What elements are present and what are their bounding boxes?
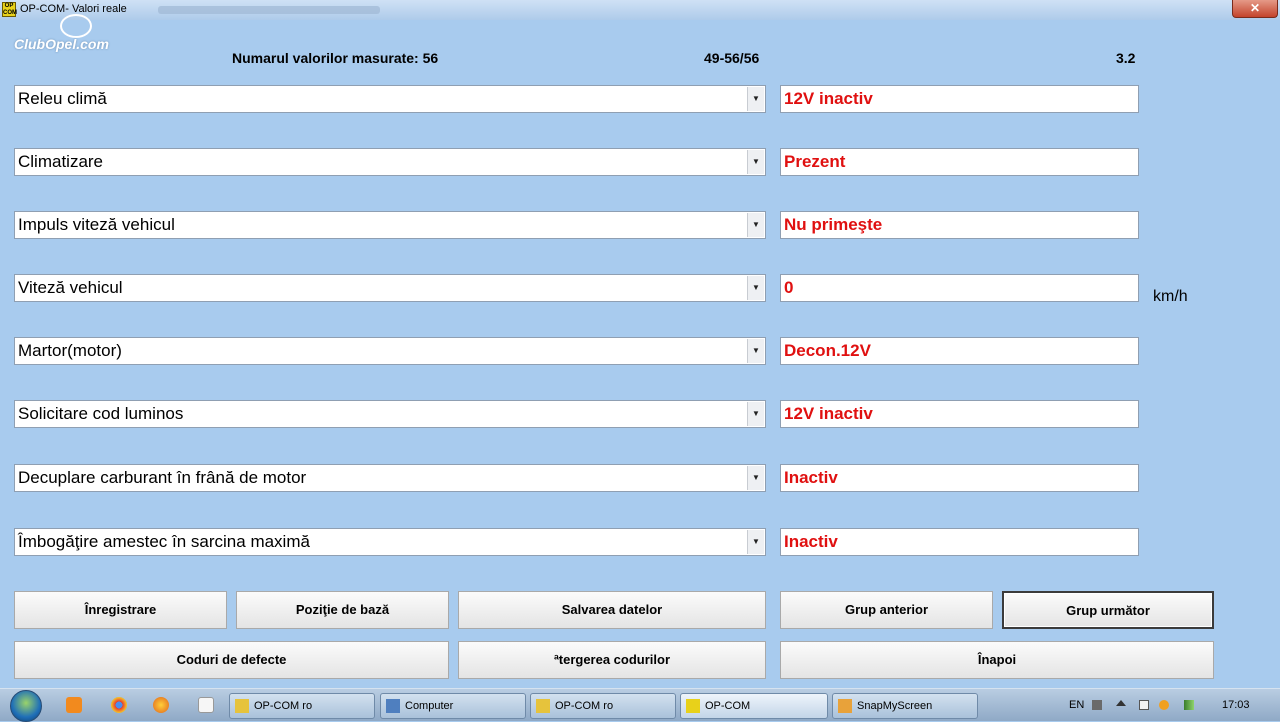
- value-row: Îmbogăţire amestec în sarcina maximă ▼ I…: [0, 528, 1280, 558]
- taskbar: OP-COM ro Computer OP-COM ro OP-COM Snap…: [0, 688, 1280, 722]
- value-row: Solicitare cod luminos ▼ 12V inactiv: [0, 400, 1280, 430]
- parameter-value: 12V inactiv: [784, 404, 873, 423]
- clubopel-logo: ClubOpel.com: [14, 36, 109, 52]
- language-indicator[interactable]: EN: [1069, 699, 1084, 711]
- network-icon[interactable]: [1184, 700, 1194, 710]
- parameter-value: 12V inactiv: [784, 89, 873, 108]
- value-row: Impuls viteză vehicul ▼ Nu primeşte: [0, 211, 1280, 241]
- taskbar-item-label: SnapMyScreen: [857, 700, 933, 712]
- fault-codes-button[interactable]: Coduri de defecte: [14, 641, 449, 679]
- parameter-dropdown[interactable]: Îmbogăţire amestec în sarcina maximă ▼: [14, 528, 766, 556]
- parameter-name: Îmbogăţire amestec în sarcina maximă: [18, 532, 310, 551]
- record-button[interactable]: Înregistrare: [14, 591, 227, 629]
- parameter-name: Decuplare carburant în frână de motor: [18, 468, 307, 487]
- parameter-unit: km/h: [1153, 288, 1188, 305]
- taskbar-item-label: OP-COM ro: [254, 700, 313, 712]
- computer-icon: [386, 699, 400, 713]
- taskbar-item[interactable]: OP-COM: [680, 693, 828, 719]
- taskbar-item[interactable]: OP-COM ro: [530, 693, 676, 719]
- parameter-value-field: 12V inactiv: [780, 85, 1139, 113]
- value-row: Climatizare ▼ Prezent: [0, 148, 1280, 178]
- battery-icon[interactable]: [1139, 700, 1149, 710]
- parameter-name: Viteză vehicul: [18, 278, 123, 297]
- clock[interactable]: 17:03: [1222, 699, 1250, 711]
- parameter-name: Impuls viteză vehicul: [18, 215, 175, 234]
- keyboard-icon[interactable]: [1092, 700, 1102, 710]
- parameter-value-field: Nu primeşte: [780, 211, 1139, 239]
- save-data-button[interactable]: Salvarea datelor: [458, 591, 766, 629]
- chevron-down-icon[interactable]: ▼: [747, 466, 764, 490]
- parameter-value: Inactiv: [784, 468, 838, 487]
- snapmyscreen-icon: [838, 699, 852, 713]
- taskbar-item[interactable]: OP-COM ro: [229, 693, 375, 719]
- parameter-dropdown[interactable]: Solicitare cod luminos ▼: [14, 400, 766, 428]
- value-row: Martor(motor) ▼ Decon.12V: [0, 337, 1280, 367]
- parameter-value-field: 0: [780, 274, 1139, 302]
- parameter-value-field: Decon.12V: [780, 337, 1139, 365]
- folder-icon: [235, 699, 249, 713]
- folder-icon: [536, 699, 550, 713]
- title-bar: OP COM OP-COM- Valori reale ✕: [0, 0, 1280, 20]
- parameter-value: Nu primeşte: [784, 215, 883, 234]
- parameter-name: Releu climă: [18, 89, 107, 108]
- chevron-down-icon[interactable]: ▼: [747, 276, 764, 300]
- next-group-button[interactable]: Grup următor: [1002, 591, 1214, 629]
- media-player-icon[interactable]: [66, 697, 82, 713]
- value-row: Viteză vehicul ▼ 0 km/h: [0, 274, 1280, 305]
- update-icon[interactable]: [1159, 700, 1169, 710]
- parameter-dropdown[interactable]: Climatizare ▼: [14, 148, 766, 176]
- taskbar-item-label: Computer: [405, 700, 454, 712]
- parameter-value: Decon.12V: [784, 341, 871, 360]
- values-range: 49-56/56: [704, 50, 760, 66]
- chevron-down-icon[interactable]: ▼: [747, 150, 764, 174]
- previous-group-button[interactable]: Grup anterior: [780, 591, 993, 629]
- chevron-down-icon[interactable]: ▼: [747, 402, 764, 426]
- chevron-down-icon[interactable]: ▼: [747, 530, 764, 554]
- close-button[interactable]: ✕: [1232, 0, 1278, 18]
- opel-logo-icon: [60, 14, 92, 38]
- chevron-down-icon[interactable]: ▼: [747, 339, 764, 363]
- chevron-down-icon[interactable]: ▼: [747, 213, 764, 237]
- blurred-title-region: [158, 6, 380, 14]
- calculator-icon[interactable]: [198, 697, 214, 713]
- parameter-dropdown[interactable]: Martor(motor) ▼: [14, 337, 766, 365]
- chevron-down-icon[interactable]: ▼: [747, 87, 764, 111]
- taskbar-item-label: OP-COM: [705, 700, 751, 712]
- parameter-value-field: 12V inactiv: [780, 400, 1139, 428]
- taskbar-item-label: OP-COM ro: [555, 700, 614, 712]
- measured-values-count: Numarul valorilor masurate: 56: [232, 50, 439, 66]
- parameter-name: Martor(motor): [18, 341, 122, 360]
- opcom-app-icon: [686, 699, 700, 713]
- version-number: 3.2: [1116, 50, 1136, 66]
- parameter-name: Climatizare: [18, 152, 104, 171]
- chrome-icon[interactable]: [111, 697, 127, 713]
- parameter-value: Prezent: [784, 152, 846, 171]
- parameter-dropdown[interactable]: Impuls viteză vehicul ▼: [14, 211, 766, 239]
- opcom-app-icon: OP COM: [2, 2, 17, 17]
- value-row: Decuplare carburant în frână de motor ▼ …: [0, 464, 1280, 494]
- firefox-icon[interactable]: [153, 697, 169, 713]
- parameter-value: Inactiv: [784, 532, 838, 551]
- parameter-value-field: Prezent: [780, 148, 1139, 176]
- value-row: Releu climă ▼ 12V inactiv: [0, 85, 1280, 115]
- clear-codes-button[interactable]: ªtergerea codurilor: [458, 641, 766, 679]
- taskbar-item[interactable]: Computer: [380, 693, 526, 719]
- parameter-dropdown[interactable]: Viteză vehicul ▼: [14, 274, 766, 302]
- parameter-dropdown[interactable]: Releu climă ▼: [14, 85, 766, 113]
- taskbar-item[interactable]: SnapMyScreen: [832, 693, 978, 719]
- parameter-value: 0: [784, 278, 794, 297]
- parameter-value-field: Inactiv: [780, 464, 1139, 492]
- start-button[interactable]: [10, 690, 42, 722]
- parameter-name: Solicitare cod luminos: [18, 404, 184, 423]
- parameter-dropdown[interactable]: Decuplare carburant în frână de motor ▼: [14, 464, 766, 492]
- base-position-button[interactable]: Poziţie de bază: [236, 591, 449, 629]
- parameter-value-field: Inactiv: [780, 528, 1139, 556]
- show-hidden-icons-icon[interactable]: [1116, 700, 1126, 706]
- back-button[interactable]: Înapoi: [780, 641, 1214, 679]
